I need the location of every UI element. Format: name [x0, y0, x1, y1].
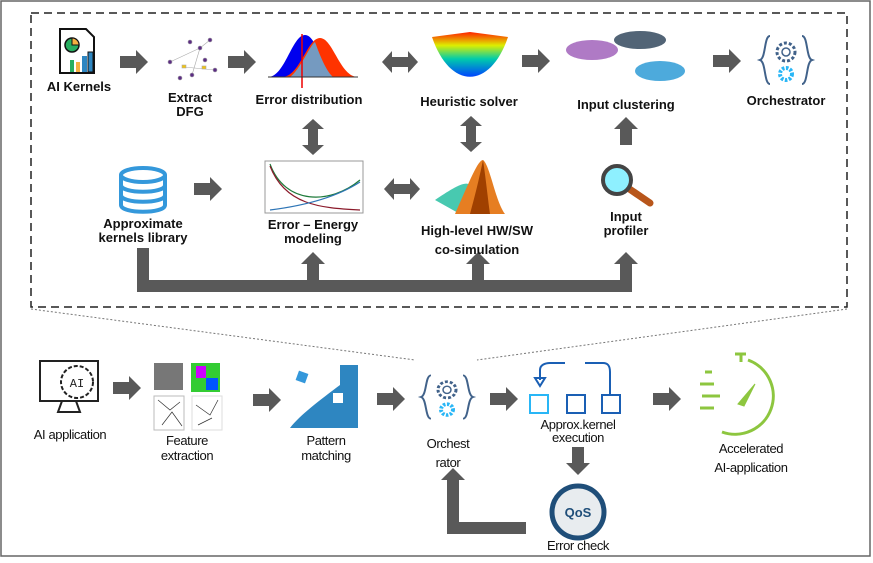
- ai-kernels-icon: [59, 28, 95, 74]
- label-input-profiler: Input profiler: [604, 210, 649, 238]
- svg-text:AI: AI: [70, 377, 84, 391]
- label-line: modeling: [284, 231, 342, 246]
- diagram-graphics: AI QoS: [0, 0, 871, 557]
- label-line: Accelerated: [718, 441, 784, 456]
- arrow-right: [377, 387, 405, 411]
- magnifier-icon: [601, 164, 654, 207]
- qos-badge: QoS: [549, 483, 607, 541]
- zoom-line-left: [30, 308, 416, 361]
- label-ai-application: AI application: [33, 427, 107, 442]
- error-distribution-chart: [268, 34, 358, 88]
- feature-extraction-image: [153, 363, 223, 431]
- label-line: matching: [301, 448, 351, 463]
- dfg-graph-icon: [167, 37, 218, 81]
- label-line: co-simulation: [434, 242, 520, 257]
- orchestrator-icon: [419, 373, 475, 421]
- kernel-execution-icon: [529, 362, 621, 414]
- label-line: Approximate: [103, 216, 183, 231]
- ai-application-icon: AI: [39, 360, 99, 413]
- zoom-line-right: [476, 308, 848, 361]
- label-line: High-level HW/SW: [421, 223, 533, 238]
- orchestrator-icon: [756, 35, 816, 85]
- diagram: AI QoS AI Kernels Extract DFG Error distr…: [0, 0, 873, 563]
- arrow-up: [441, 468, 465, 496]
- label-line: Extract: [167, 90, 213, 105]
- arrow-right: [113, 376, 141, 400]
- double-arrow: [384, 178, 420, 200]
- arrow-right: [522, 49, 550, 73]
- label-error-energy: Error – Energy modeling: [268, 218, 358, 246]
- label-line: Input: [610, 209, 642, 224]
- arrow-right: [490, 387, 518, 411]
- label-accelerated-app: Accelerated AI-application: [714, 439, 788, 477]
- heuristic-surface-icon: [432, 32, 508, 77]
- label-feature-extraction: Feature extraction: [160, 433, 214, 463]
- arrow-up: [301, 252, 325, 280]
- double-arrow-vertical: [460, 116, 482, 152]
- label-line: rator: [435, 455, 461, 470]
- puzzle-icon: [290, 365, 358, 428]
- input-clustering-icon: [566, 31, 685, 81]
- label-line: execution: [551, 430, 605, 445]
- arrow-right: [253, 388, 281, 412]
- label-line: Pattern: [306, 433, 346, 448]
- label-error-check: Error check: [546, 538, 610, 553]
- label-approx-library: Approximate kernels library: [99, 217, 188, 245]
- label-heuristic-solver: Heuristic solver: [420, 94, 518, 109]
- library-bus: [137, 248, 632, 292]
- label-orchestrator: Orchestrator: [746, 93, 826, 108]
- label-line: extraction: [160, 448, 214, 463]
- label-line: Error – Energy: [267, 217, 359, 232]
- arrow-right: [653, 387, 681, 411]
- arrow-up: [614, 117, 638, 145]
- label-ai-kernels: AI Kernels: [46, 79, 112, 94]
- label-approx-execution: Approx.kernel execution: [540, 418, 615, 444]
- arrow-right: [194, 177, 222, 201]
- label-cosimulation: High-level HW/SW co-simulation: [421, 221, 533, 259]
- label-pattern-matching: Pattern matching: [301, 433, 351, 463]
- cosimulation-surface-icon: [435, 160, 505, 214]
- label-line: DFG: [176, 104, 204, 119]
- label-orchestrator-bottom: Orchest rator: [427, 434, 470, 472]
- double-arrow: [382, 51, 418, 73]
- label-line: AI-application: [714, 460, 788, 475]
- arrow-up: [614, 252, 638, 280]
- arrow-right: [120, 50, 148, 74]
- double-arrow-vertical: [302, 119, 324, 155]
- label-error-distribution: Error distribution: [255, 92, 363, 107]
- arrow-down: [566, 447, 590, 475]
- label-line: kernels library: [98, 230, 188, 245]
- arrow-right: [713, 49, 741, 73]
- svg-text:QoS: QoS: [565, 505, 592, 520]
- label-input-clustering: Input clustering: [577, 97, 675, 112]
- arrow-right: [228, 50, 256, 74]
- error-energy-chart: [264, 160, 364, 214]
- label-extract-dfg: Extract DFG: [168, 91, 212, 119]
- database-icon: [119, 166, 167, 214]
- stopwatch-icon: [700, 352, 775, 436]
- label-line: Orchest: [426, 436, 470, 451]
- label-line: profiler: [603, 223, 649, 238]
- label-line: Feature: [165, 433, 208, 448]
